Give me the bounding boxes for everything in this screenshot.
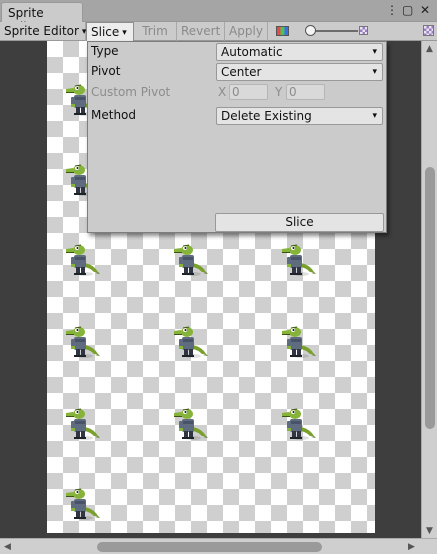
custom-pivot-x-field[interactable]: 0 [229, 84, 268, 100]
zoom-slider-thumb[interactable] [305, 25, 316, 36]
slice-menu-label: Slice [91, 25, 120, 39]
scroll-up-icon[interactable]: ▲ [426, 44, 433, 54]
chevron-down-icon: ▾ [372, 67, 377, 77]
tab-sprite-editor[interactable]: Sprite Editor [1, 2, 83, 34]
zoom-slider-track[interactable] [310, 30, 358, 32]
method-label: Method [91, 108, 137, 122]
crocodile-sprite-icon [173, 244, 209, 277]
crocodile-sprite-icon [281, 244, 317, 277]
slice-button[interactable]: Slice [215, 213, 384, 232]
kebab-menu-icon[interactable]: ⋮ [386, 3, 398, 17]
pivot-dropdown[interactable]: Center ▾ [216, 63, 383, 81]
method-dropdown-value: Delete Existing [221, 109, 312, 123]
custom-pivot-x-label: X [218, 85, 227, 99]
custom-pivot-y-field[interactable]: 0 [286, 84, 325, 100]
sprite-editor-toolbar: Sprite Editor ▾ Slice ▾ Trim Revert Apply [0, 22, 437, 41]
close-icon[interactable]: ✕ [420, 3, 430, 17]
horizontal-scrollbar[interactable]: ◀ ▶ [0, 538, 437, 554]
checker-large-icon [423, 25, 434, 36]
apply-button[interactable]: Apply [225, 22, 268, 41]
chevron-down-icon: ▾ [372, 111, 377, 121]
type-label: Type [91, 44, 119, 58]
checker-small-icon [359, 26, 368, 35]
scroll-right-icon[interactable]: ▶ [408, 542, 415, 552]
method-dropdown[interactable]: Delete Existing ▾ [216, 107, 383, 125]
crocodile-sprite-icon [65, 488, 101, 521]
chevron-down-icon: ▾ [372, 47, 377, 57]
trim-button[interactable]: Trim [134, 22, 177, 41]
crocodile-sprite-icon [281, 408, 317, 441]
vertical-scroll-thumb[interactable] [425, 167, 435, 429]
pivot-dropdown-value: Center [221, 65, 262, 79]
slice-menu-button[interactable]: Slice ▾ [86, 22, 134, 41]
sprite-editor-mode-dropdown[interactable]: Sprite Editor ▾ [0, 22, 86, 41]
vertical-scrollbar[interactable]: ▲ ▼ [421, 41, 437, 538]
maximize-icon[interactable]: ▢ [402, 3, 413, 17]
custom-pivot-y-label: Y [275, 85, 283, 99]
revert-button[interactable]: Revert [177, 22, 225, 41]
custom-pivot-label: Custom Pivot [91, 85, 171, 99]
crocodile-sprite-icon [281, 326, 317, 359]
pivot-label: Pivot [91, 64, 121, 78]
crocodile-sprite-icon [65, 244, 101, 277]
horizontal-scroll-thumb[interactable] [97, 542, 322, 552]
slice-popup: Type Automatic ▾ Pivot Center ▾ Custom P… [87, 41, 387, 233]
scroll-left-icon[interactable]: ◀ [4, 542, 11, 552]
crocodile-sprite-icon [65, 408, 101, 441]
chevron-down-icon: ▾ [122, 28, 127, 38]
scroll-down-icon[interactable]: ▼ [426, 526, 433, 536]
crocodile-sprite-icon [65, 326, 101, 359]
sprite-editor-mode-label: Sprite Editor [4, 24, 79, 38]
window-tab-strip: Sprite Editor ⋮ ▢ ✕ [0, 0, 437, 34]
crocodile-sprite-icon [173, 408, 209, 441]
rgb-channel-icon[interactable] [276, 26, 289, 36]
type-dropdown[interactable]: Automatic ▾ [216, 43, 383, 61]
crocodile-sprite-icon [173, 326, 209, 359]
type-dropdown-value: Automatic [221, 45, 283, 59]
